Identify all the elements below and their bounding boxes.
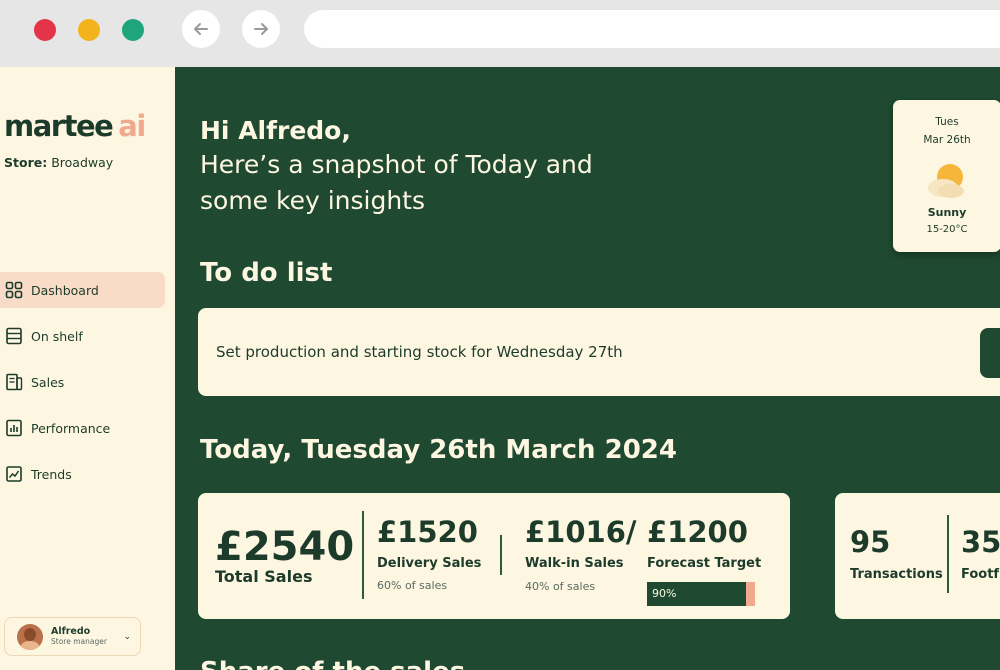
total-sales-value: £2540 bbox=[215, 524, 355, 570]
greeting-line-1: Here’s a snapshot of Today and bbox=[200, 150, 593, 179]
footfall-label: Footf bbox=[961, 567, 1000, 582]
store-name: Broadway bbox=[51, 155, 114, 170]
divider bbox=[500, 535, 502, 575]
total-sales-label: Total Sales bbox=[215, 567, 313, 586]
todo-card: Set production and starting stock for We… bbox=[198, 308, 1000, 396]
greeting-title: Hi Alfredo, bbox=[200, 116, 351, 145]
divider bbox=[947, 515, 949, 593]
weather-card[interactable]: Tues Mar 26th Sunny 15-20°C bbox=[893, 100, 1000, 252]
maximize-window-button[interactable] bbox=[122, 19, 144, 41]
sales-icon bbox=[5, 373, 23, 391]
walkin-sales-label: Walk-in Sales bbox=[525, 556, 624, 571]
sidebar-item-label: Performance bbox=[31, 420, 111, 436]
sidebar-item-label: Trends bbox=[31, 466, 72, 482]
back-button[interactable] bbox=[182, 10, 220, 48]
user-menu[interactable]: Alfredo Store manager ⌄ bbox=[4, 617, 141, 656]
sidebar-item-label: On shelf bbox=[31, 328, 83, 344]
progress-remaining bbox=[746, 582, 755, 606]
walkin-sales-value: £1016/ bbox=[525, 515, 637, 549]
forecast-progress-bar: 90% bbox=[647, 582, 755, 606]
brand-logo[interactable]: martee ai bbox=[4, 109, 146, 143]
avatar bbox=[17, 623, 43, 650]
forward-button[interactable] bbox=[242, 10, 280, 48]
sun-cloud-icon bbox=[928, 164, 964, 198]
delivery-sales-value: £1520 bbox=[377, 515, 478, 549]
weather-date: Mar 26th bbox=[923, 134, 971, 146]
address-bar[interactable] bbox=[304, 10, 1000, 48]
greeting-line-2: some key insights bbox=[200, 186, 426, 215]
performance-icon bbox=[5, 419, 23, 437]
todo-action-button[interactable] bbox=[980, 328, 1000, 378]
brand-name: martee bbox=[4, 109, 114, 143]
sidebar-nav: Dashboard On shelf Sales Performance Tre… bbox=[0, 272, 165, 502]
brand-suffix: ai bbox=[118, 109, 146, 143]
weather-condition: Sunny bbox=[927, 206, 967, 219]
sidebar-item-label: Dashboard bbox=[31, 282, 99, 298]
close-window-button[interactable] bbox=[34, 19, 56, 41]
weather-day: Tues bbox=[935, 116, 959, 128]
forecast-target-label: Forecast Target bbox=[647, 556, 762, 571]
weather-temperature: 15-20°C bbox=[926, 224, 968, 235]
today-section-title: Today, Tuesday 26th March 2024 bbox=[200, 435, 677, 465]
delivery-sales-share: 60% of sales bbox=[377, 579, 448, 592]
sales-share-section-title: Share of the sales bbox=[200, 657, 465, 670]
trends-icon bbox=[5, 465, 23, 483]
transactions-label: Transactions bbox=[850, 567, 943, 582]
sidebar-item-trends[interactable]: Trends bbox=[0, 456, 165, 492]
footfall-value: 35 bbox=[961, 525, 1000, 559]
sidebar: martee ai Store: Broadway Dashboard On s… bbox=[0, 67, 175, 670]
sidebar-item-on-shelf[interactable]: On shelf bbox=[0, 318, 165, 354]
arrow-right-icon bbox=[254, 23, 268, 35]
store-label: Store: bbox=[4, 155, 48, 170]
traffic-stats-card: 95 Transactions 35 Footf bbox=[835, 493, 1000, 619]
main-content: Hi Alfredo, Here’s a snapshot of Today a… bbox=[175, 67, 1000, 670]
progress-label: 90% bbox=[652, 587, 677, 600]
browser-chrome bbox=[0, 0, 1000, 67]
user-role: Store manager bbox=[51, 636, 107, 646]
walkin-sales-share: 40% of sales bbox=[525, 580, 596, 593]
sales-stats-card: £2540 Total Sales £1520 Delivery Sales 6… bbox=[198, 493, 790, 619]
todo-item-text: Set production and starting stock for We… bbox=[216, 343, 623, 361]
sidebar-item-performance[interactable]: Performance bbox=[0, 410, 165, 446]
delivery-sales-label: Delivery Sales bbox=[377, 556, 482, 571]
sidebar-item-label: Sales bbox=[31, 374, 65, 390]
minimize-window-button[interactable] bbox=[78, 19, 100, 41]
todo-section-title: To do list bbox=[200, 258, 333, 288]
divider bbox=[362, 511, 364, 599]
shelf-icon bbox=[5, 327, 23, 345]
store-indicator: Store: Broadway bbox=[4, 155, 113, 170]
chevron-down-icon: ⌄ bbox=[123, 632, 131, 642]
dashboard-grid-icon bbox=[5, 281, 23, 299]
sidebar-item-dashboard[interactable]: Dashboard bbox=[0, 272, 165, 308]
forecast-target-value: £1200 bbox=[647, 515, 748, 549]
sidebar-item-sales[interactable]: Sales bbox=[0, 364, 165, 400]
arrow-left-icon bbox=[194, 23, 208, 35]
transactions-value: 95 bbox=[850, 525, 891, 559]
